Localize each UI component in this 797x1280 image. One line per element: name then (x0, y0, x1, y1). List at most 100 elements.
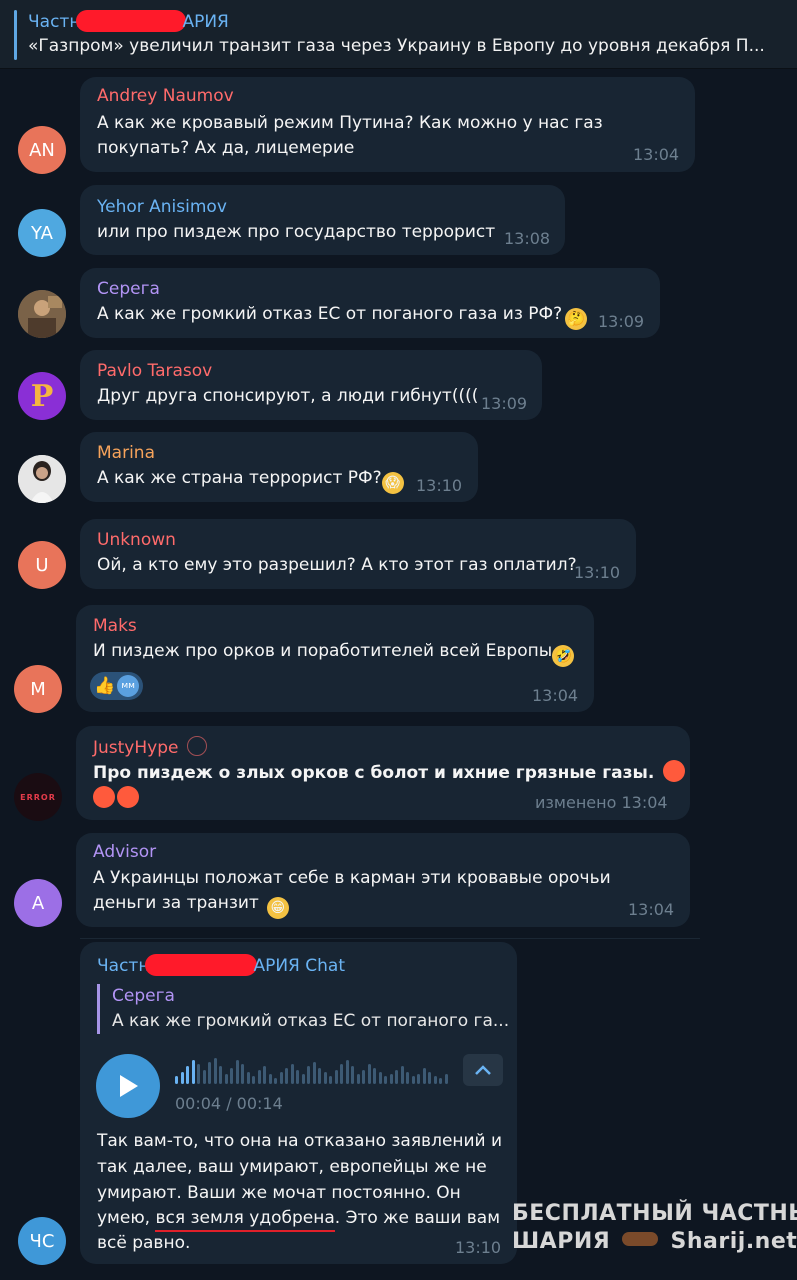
watermark-line2: ШАРИЯ Sharij.net (512, 1229, 797, 1254)
waveform-bar (252, 1076, 255, 1084)
avatar-photo[interactable] (18, 455, 66, 503)
message-bubble[interactable]: JustyHype Про пиздеж о злых орков с боло… (76, 726, 690, 820)
waveform-bar (439, 1078, 442, 1084)
message-text: А как же кровавый режим Путина? Как можн… (97, 113, 603, 133)
reply-sender: Серега (112, 986, 175, 1006)
waveform-bar (307, 1066, 310, 1084)
watermark-line1: БЕСПЛАТНЫЙ ЧАСТНЫЙ (512, 1201, 797, 1226)
reaction-user-avatar: мм (117, 675, 140, 697)
waveform-bar (362, 1070, 365, 1084)
avatar[interactable]: M (14, 665, 62, 713)
voice-message-bubble[interactable]: Частн АРИЯ Chat Серега А как же громкий о… (80, 942, 517, 1264)
waveform-bar (263, 1066, 266, 1084)
sender-name[interactable]: Advisor (93, 842, 156, 862)
avatar[interactable]: U (18, 541, 66, 589)
message-bubble[interactable]: Серега А как же громкий отказ ЕС от пога… (80, 268, 660, 338)
pinned-channel-title: Частн АРИЯ (28, 10, 229, 32)
waveform-bar (340, 1064, 343, 1084)
underlined-phrase: вся земля удобрена (155, 1208, 335, 1232)
message-text: И пиздеж про орков и поработителей всей … (93, 639, 575, 667)
waveform-bar (378, 1072, 382, 1084)
sender-name[interactable]: Unknown (97, 530, 176, 550)
message-text: А как же громкий отказ ЕС от поганого га… (97, 302, 588, 330)
waveform-bar (285, 1068, 288, 1084)
message-text: А Украинцы положат себе в карман эти кро… (93, 868, 611, 888)
waveform-bar (384, 1076, 387, 1084)
waveform-bar (417, 1074, 420, 1084)
sender-name[interactable]: Andrey Naumov (97, 86, 234, 106)
photo-icon (18, 455, 66, 503)
pinned-indicator (14, 10, 17, 60)
waveform-bar (351, 1066, 354, 1084)
message-bubble[interactable]: Unknown Ой, а кто ему это разрешил? А кт… (80, 519, 636, 589)
message-bubble[interactable]: Pavlo Tarasov Друг друга спонсируют, а л… (80, 350, 542, 420)
photo-icon (18, 290, 66, 338)
play-icon (120, 1075, 138, 1097)
message-time: 13:10 (574, 563, 621, 582)
sender-name[interactable]: Частн АРИЯ Chat (97, 954, 345, 976)
message-text: А как же страна террорист РФ? 😱 (97, 466, 404, 494)
waveform-bar (180, 1072, 184, 1084)
waveform-bar (224, 1074, 228, 1084)
waveform-bar (356, 1074, 360, 1084)
sender-name[interactable]: Pavlo Tarasov (97, 361, 212, 381)
avatar[interactable]: ERROR (14, 773, 62, 821)
reaction-chip[interactable]: 👍 мм (90, 672, 144, 700)
sender-name[interactable]: Marina (97, 443, 155, 463)
message-bubble[interactable]: Yehor Anisimov или про пиздеж про госуда… (80, 185, 565, 255)
waveform-bar (219, 1066, 222, 1084)
waveform-bar (246, 1072, 250, 1084)
waveform-bar (323, 1072, 327, 1084)
message-bubble[interactable]: Maks И пиздеж про орков и поработителей … (76, 605, 594, 712)
scream-emoji-icon: 😱 (381, 472, 404, 494)
waveform-bar (296, 1070, 299, 1084)
collapse-transcript-button[interactable] (463, 1054, 503, 1086)
waveform-bar (268, 1074, 272, 1084)
play-button[interactable] (96, 1054, 160, 1118)
waveform-bar (274, 1078, 277, 1084)
message-text: Друг друга спонсируют, а люди гибнут(((( (97, 386, 479, 406)
waveform-bar (175, 1076, 178, 1084)
sender-name[interactable]: JustyHype (93, 736, 207, 758)
avatar[interactable]: ЧС (18, 1217, 66, 1265)
pinned-message-bar[interactable]: Частн АРИЯ «Газпром» увеличил транзит газ… (0, 0, 797, 69)
waveform-bar (433, 1076, 437, 1084)
avatar[interactable]: YA (18, 209, 66, 257)
voice-waveform[interactable] (175, 1056, 451, 1084)
transcript-line: умирают. Ваши же мочат постоянно. Он (97, 1183, 461, 1203)
transcript-line: Так вам-то, что она на отказано заявлени… (97, 1131, 503, 1151)
redaction-mark (76, 10, 187, 32)
redaction-mark (145, 954, 258, 976)
sender-name[interactable]: Yehor Anisimov (97, 197, 227, 217)
avatar-photo[interactable] (18, 290, 66, 338)
waveform-bar (213, 1058, 217, 1084)
message-bubble[interactable]: Advisor А Украинцы положат себе в карман… (76, 833, 690, 927)
message-bubble[interactable]: Marina А как же страна террорист РФ? 😱 13… (80, 432, 478, 502)
chevron-up-icon (475, 1065, 491, 1075)
waveform-bar (191, 1060, 195, 1084)
message-time: 13:04 (628, 900, 675, 919)
clown-emoji-icon (663, 760, 686, 782)
voice-duration: 00:04 / 00:14 (175, 1094, 283, 1113)
waveform-bar (202, 1070, 206, 1084)
message-bubble[interactable]: Andrey Naumov А как же кровавый режим Пу… (80, 77, 695, 172)
avatar[interactable]: A (14, 879, 62, 927)
waveform-bar (367, 1064, 371, 1084)
sender-name[interactable]: Серега (97, 279, 160, 299)
avatar[interactable]: P (18, 372, 66, 420)
message-text: или про пиздеж про государство террорист (97, 222, 496, 242)
waveform-bar (373, 1068, 376, 1084)
message-time: 13:10 (455, 1238, 502, 1257)
reply-quote[interactable]: Серега А как же громкий отказ ЕС от пога… (97, 984, 509, 1034)
avatar[interactable]: AN (18, 126, 66, 174)
waveform-bar (197, 1064, 200, 1084)
sender-name[interactable]: Maks (93, 616, 137, 636)
thinking-emoji-icon: 🤔 (565, 308, 588, 330)
waveform-bar (329, 1076, 332, 1084)
message-text: Про пиздеж о злых орков с болот и ихние … (93, 760, 686, 786)
waveform-bar (444, 1074, 448, 1084)
message-time: изменено 13:04 (535, 793, 668, 812)
divider (80, 938, 700, 939)
rofl-emoji-icon: 🤣 (552, 645, 575, 667)
waveform-bar (428, 1072, 431, 1084)
